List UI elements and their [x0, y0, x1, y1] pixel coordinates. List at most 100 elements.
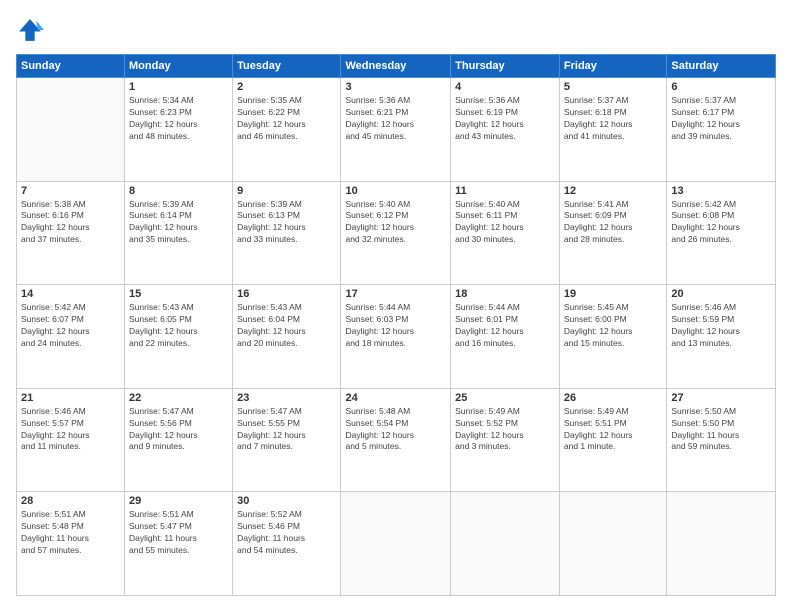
calendar-week: 28 Sunrise: 5:51 AM Sunset: 5:48 PM Dayli… — [17, 492, 776, 596]
day-info: Sunrise: 5:51 AM Sunset: 5:47 PM Dayligh… — [129, 509, 228, 557]
day-number: 3 — [345, 81, 446, 93]
header-day: Sunday — [17, 55, 125, 78]
day-info: Sunrise: 5:41 AM Sunset: 6:09 PM Dayligh… — [564, 199, 662, 247]
day-info: Sunrise: 5:43 AM Sunset: 6:04 PM Dayligh… — [237, 302, 336, 350]
day-number: 6 — [671, 81, 771, 93]
day-info: Sunrise: 5:48 AM Sunset: 5:54 PM Dayligh… — [345, 406, 446, 454]
calendar-cell — [559, 492, 666, 596]
calendar-body: 1 Sunrise: 5:34 AM Sunset: 6:23 PM Daylig… — [17, 78, 776, 596]
day-info: Sunrise: 5:44 AM Sunset: 6:01 PM Dayligh… — [455, 302, 555, 350]
day-number: 4 — [455, 81, 555, 93]
calendar-cell: 27 Sunrise: 5:50 AM Sunset: 5:50 PM Dayli… — [667, 388, 776, 492]
day-info: Sunrise: 5:37 AM Sunset: 6:18 PM Dayligh… — [564, 95, 662, 143]
calendar-cell: 22 Sunrise: 5:47 AM Sunset: 5:56 PM Dayli… — [125, 388, 233, 492]
header-day: Friday — [559, 55, 666, 78]
day-info: Sunrise: 5:34 AM Sunset: 6:23 PM Dayligh… — [129, 95, 228, 143]
calendar-cell: 20 Sunrise: 5:46 AM Sunset: 5:59 PM Dayli… — [667, 285, 776, 389]
calendar-cell: 6 Sunrise: 5:37 AM Sunset: 6:17 PM Daylig… — [667, 78, 776, 182]
day-info: Sunrise: 5:50 AM Sunset: 5:50 PM Dayligh… — [671, 406, 771, 454]
day-number: 22 — [129, 392, 228, 404]
day-info: Sunrise: 5:44 AM Sunset: 6:03 PM Dayligh… — [345, 302, 446, 350]
day-info: Sunrise: 5:40 AM Sunset: 6:11 PM Dayligh… — [455, 199, 555, 247]
day-number: 29 — [129, 495, 228, 507]
day-info: Sunrise: 5:36 AM Sunset: 6:21 PM Dayligh… — [345, 95, 446, 143]
day-number: 15 — [129, 288, 228, 300]
calendar-cell: 2 Sunrise: 5:35 AM Sunset: 6:22 PM Daylig… — [233, 78, 341, 182]
calendar-header: SundayMondayTuesdayWednesdayThursdayFrid… — [17, 55, 776, 78]
calendar-cell: 16 Sunrise: 5:43 AM Sunset: 6:04 PM Dayli… — [233, 285, 341, 389]
calendar-cell: 15 Sunrise: 5:43 AM Sunset: 6:05 PM Dayli… — [125, 285, 233, 389]
header-day: Tuesday — [233, 55, 341, 78]
day-info: Sunrise: 5:47 AM Sunset: 5:55 PM Dayligh… — [237, 406, 336, 454]
calendar-cell — [341, 492, 451, 596]
calendar-cell — [451, 492, 560, 596]
day-number: 20 — [671, 288, 771, 300]
day-number: 5 — [564, 81, 662, 93]
header-row: SundayMondayTuesdayWednesdayThursdayFrid… — [17, 55, 776, 78]
day-number: 27 — [671, 392, 771, 404]
header-day: Monday — [125, 55, 233, 78]
calendar-cell: 12 Sunrise: 5:41 AM Sunset: 6:09 PM Dayli… — [559, 181, 666, 285]
header-day: Thursday — [451, 55, 560, 78]
calendar-cell: 10 Sunrise: 5:40 AM Sunset: 6:12 PM Dayli… — [341, 181, 451, 285]
day-number: 10 — [345, 185, 446, 197]
page: SundayMondayTuesdayWednesdayThursdayFrid… — [0, 0, 792, 612]
day-info: Sunrise: 5:46 AM Sunset: 5:57 PM Dayligh… — [21, 406, 120, 454]
day-number: 17 — [345, 288, 446, 300]
day-info: Sunrise: 5:39 AM Sunset: 6:13 PM Dayligh… — [237, 199, 336, 247]
day-number: 1 — [129, 81, 228, 93]
day-number: 28 — [21, 495, 120, 507]
day-info: Sunrise: 5:36 AM Sunset: 6:19 PM Dayligh… — [455, 95, 555, 143]
calendar-week: 21 Sunrise: 5:46 AM Sunset: 5:57 PM Dayli… — [17, 388, 776, 492]
day-info: Sunrise: 5:40 AM Sunset: 6:12 PM Dayligh… — [345, 199, 446, 247]
day-number: 13 — [671, 185, 771, 197]
day-info: Sunrise: 5:51 AM Sunset: 5:48 PM Dayligh… — [21, 509, 120, 557]
calendar-cell: 23Sunrise: 5:47 AM Sunset: 5:55 PM Dayli… — [233, 388, 341, 492]
day-info: Sunrise: 5:42 AM Sunset: 6:08 PM Dayligh… — [671, 199, 771, 247]
calendar-cell: 26 Sunrise: 5:49 AM Sunset: 5:51 PM Dayli… — [559, 388, 666, 492]
day-number: 21 — [21, 392, 120, 404]
day-number: 9 — [237, 185, 336, 197]
calendar-cell: 18 Sunrise: 5:44 AM Sunset: 6:01 PM Dayli… — [451, 285, 560, 389]
day-number: 8 — [129, 185, 228, 197]
calendar-cell: 14Sunrise: 5:42 AM Sunset: 6:07 PM Dayli… — [17, 285, 125, 389]
calendar-week: 1 Sunrise: 5:34 AM Sunset: 6:23 PM Daylig… — [17, 78, 776, 182]
calendar-cell: 19Sunrise: 5:45 AM Sunset: 6:00 PM Dayli… — [559, 285, 666, 389]
day-number: 19 — [564, 288, 662, 300]
day-number: 16 — [237, 288, 336, 300]
calendar-cell: 3 Sunrise: 5:36 AM Sunset: 6:21 PM Daylig… — [341, 78, 451, 182]
day-info: Sunrise: 5:42 AM Sunset: 6:07 PM Dayligh… — [21, 302, 120, 350]
calendar-cell: 25Sunrise: 5:49 AM Sunset: 5:52 PM Dayli… — [451, 388, 560, 492]
calendar-table: SundayMondayTuesdayWednesdayThursdayFrid… — [16, 54, 776, 596]
calendar-week: 7Sunrise: 5:38 AM Sunset: 6:16 PM Daylig… — [17, 181, 776, 285]
header-day: Saturday — [667, 55, 776, 78]
day-info: Sunrise: 5:46 AM Sunset: 5:59 PM Dayligh… — [671, 302, 771, 350]
logo-icon — [16, 16, 44, 44]
day-info: Sunrise: 5:49 AM Sunset: 5:51 PM Dayligh… — [564, 406, 662, 454]
day-number: 12 — [564, 185, 662, 197]
calendar-cell: 8Sunrise: 5:39 AM Sunset: 6:14 PM Daylig… — [125, 181, 233, 285]
day-info: Sunrise: 5:35 AM Sunset: 6:22 PM Dayligh… — [237, 95, 336, 143]
day-number: 26 — [564, 392, 662, 404]
calendar-cell: 11 Sunrise: 5:40 AM Sunset: 6:11 PM Dayli… — [451, 181, 560, 285]
day-number: 25 — [455, 392, 555, 404]
day-info: Sunrise: 5:38 AM Sunset: 6:16 PM Dayligh… — [21, 199, 120, 247]
day-number: 24 — [345, 392, 446, 404]
calendar-cell: 21 Sunrise: 5:46 AM Sunset: 5:57 PM Dayli… — [17, 388, 125, 492]
calendar-cell: 5 Sunrise: 5:37 AM Sunset: 6:18 PM Daylig… — [559, 78, 666, 182]
day-number: 11 — [455, 185, 555, 197]
calendar-cell: 28 Sunrise: 5:51 AM Sunset: 5:48 PM Dayli… — [17, 492, 125, 596]
day-info: Sunrise: 5:47 AM Sunset: 5:56 PM Dayligh… — [129, 406, 228, 454]
calendar-cell: 7Sunrise: 5:38 AM Sunset: 6:16 PM Daylig… — [17, 181, 125, 285]
calendar-cell: 24 Sunrise: 5:48 AM Sunset: 5:54 PM Dayli… — [341, 388, 451, 492]
calendar-cell: 30Sunrise: 5:52 AM Sunset: 5:46 PM Dayli… — [233, 492, 341, 596]
day-info: Sunrise: 5:43 AM Sunset: 6:05 PM Dayligh… — [129, 302, 228, 350]
day-info: Sunrise: 5:37 AM Sunset: 6:17 PM Dayligh… — [671, 95, 771, 143]
calendar-cell: 29 Sunrise: 5:51 AM Sunset: 5:47 PM Dayli… — [125, 492, 233, 596]
header-day: Wednesday — [341, 55, 451, 78]
day-number: 18 — [455, 288, 555, 300]
calendar-cell: 4 Sunrise: 5:36 AM Sunset: 6:19 PM Daylig… — [451, 78, 560, 182]
day-number: 30 — [237, 495, 336, 507]
day-number: 2 — [237, 81, 336, 93]
calendar-cell — [17, 78, 125, 182]
